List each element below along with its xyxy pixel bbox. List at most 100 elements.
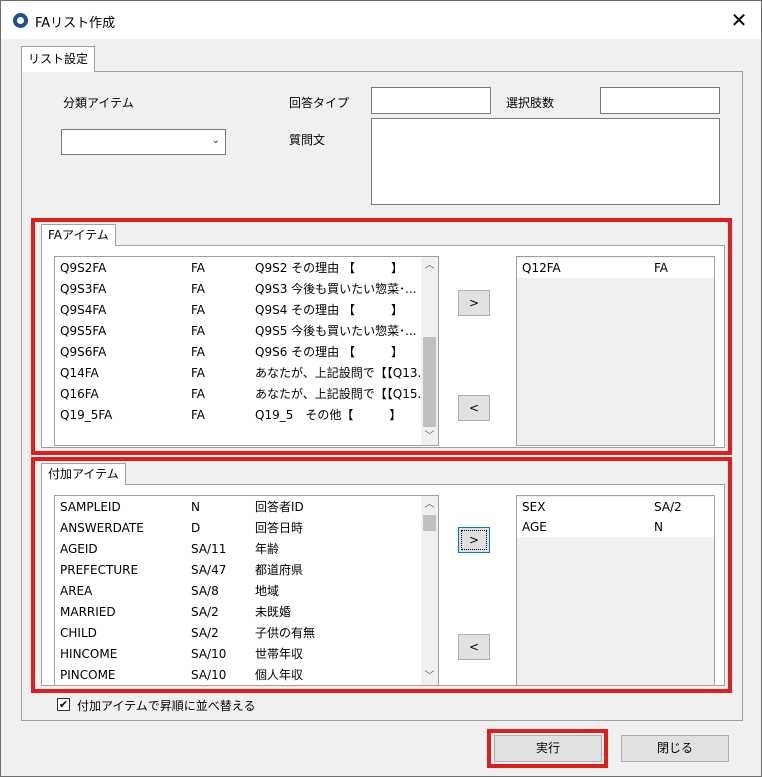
additional-list-item-id: HINCOME bbox=[60, 647, 118, 661]
additional-list-item-text: 回答日時 bbox=[255, 521, 304, 535]
additional-list-item-text: 回答者ID bbox=[255, 500, 304, 514]
additional-list-item-id: CHILD bbox=[60, 626, 97, 640]
additional-list-item-text: 未既婚 bbox=[255, 605, 292, 619]
fa-list-item[interactable]: Q9S5FA FA Q9S5 今後も買いたい惣菜･... bbox=[55, 321, 438, 342]
choice-count-field[interactable] bbox=[600, 87, 720, 114]
tab-additional-items[interactable]: 付加アイテム bbox=[41, 463, 126, 485]
fa-selected-item-id: Q12FA bbox=[522, 261, 561, 275]
fa-list-item-text: Q9S3 今後も買いたい惣菜･... bbox=[255, 282, 417, 296]
additional-items-list[interactable]: SAMPLEID N 回答者ID ANSWERDATE D 回答日時 AGEID SA/11 年… bbox=[54, 495, 439, 686]
additional-list-item-id: AGEID bbox=[60, 542, 98, 556]
add-fa-item-button[interactable]: > bbox=[458, 290, 490, 316]
additional-list-item-text: 個人年収 bbox=[255, 668, 304, 682]
scroll-up-icon[interactable]: ︿ bbox=[421, 257, 438, 274]
scroll-down-icon[interactable]: ﹀ bbox=[421, 668, 438, 685]
sort-checkbox-label: 付加アイテムで昇順に並べ替える bbox=[77, 699, 256, 713]
additional-selected-item[interactable]: SEX SA/2 bbox=[517, 497, 714, 517]
additional-list-item-text: 子供の有無 bbox=[255, 626, 316, 640]
fa-list-item[interactable]: Q19_5FA FA Q19_5 その他【 】 bbox=[55, 405, 438, 426]
tab-list-settings[interactable]: リスト設定 bbox=[21, 46, 96, 72]
additional-selected-item-id: SEX bbox=[522, 500, 546, 514]
sort-checkbox[interactable]: ✔ bbox=[57, 698, 70, 711]
fa-list-item-id: Q19_5FA bbox=[60, 408, 113, 422]
additional-list-item-id: PREFECTURE bbox=[60, 563, 139, 577]
fa-list-scrollbar[interactable]: ︿ ﹀ bbox=[421, 257, 438, 445]
fa-list-item-id: Q9S4FA bbox=[60, 303, 107, 317]
fa-list-item[interactable]: Q14FA FA あなたが、上記設問で【【Q13... bbox=[55, 363, 438, 384]
fa-list-item-text: Q19_5 その他【 】 bbox=[255, 408, 402, 422]
additional-list-item[interactable]: AGEID SA/11 年齢 bbox=[55, 539, 438, 560]
fa-list-item-type: FA bbox=[191, 387, 206, 401]
answer-type-field[interactable] bbox=[371, 87, 491, 114]
fa-list-item-type: FA bbox=[191, 408, 206, 422]
scroll-thumb[interactable] bbox=[423, 515, 436, 531]
fa-list-item-id: Q9S2FA bbox=[60, 261, 107, 275]
choice-count-label: 選択肢数 bbox=[506, 96, 555, 110]
additional-list-item-id: ANSWERDATE bbox=[60, 521, 144, 535]
additional-list-item[interactable]: HINCOME SA/10 世帯年収 bbox=[55, 644, 438, 665]
scroll-thumb[interactable] bbox=[423, 337, 436, 427]
fa-selected-item[interactable]: Q12FA FA bbox=[517, 258, 714, 278]
fa-list-item-type: FA bbox=[191, 345, 206, 359]
fa-list-item-text: あなたが、上記設問で【【Q15... bbox=[255, 387, 429, 401]
additional-list-item[interactable]: ANSWERDATE D 回答日時 bbox=[55, 518, 438, 539]
fa-list-dialog: FAリスト作成 ✕ リスト設定 分類アイテム ⌄ 回答タイプ 選択肢数 質問文 … bbox=[0, 0, 762, 777]
additional-selected-item[interactable]: AGE N bbox=[517, 517, 714, 537]
additional-list-item-type: SA/2 bbox=[191, 626, 219, 640]
chevron-down-icon: ⌄ bbox=[211, 135, 220, 146]
app-logo-icon bbox=[13, 13, 28, 28]
fa-items-list[interactable]: Q9S2FA FA Q9S2 その理由 【 】 Q9S3FA FA Q9S3 今後も買いた… bbox=[54, 256, 439, 446]
category-item-label: 分類アイテム bbox=[63, 96, 134, 110]
additional-list-item[interactable]: AREA SA/8 地域 bbox=[55, 581, 438, 602]
close-window-button[interactable]: ✕ bbox=[725, 6, 753, 34]
additional-selected-item-type: SA/2 bbox=[654, 500, 682, 514]
question-text-field[interactable] bbox=[371, 118, 720, 205]
fa-list-item-text: Q9S4 その理由 【 】 bbox=[255, 303, 403, 317]
fa-list-item-type: FA bbox=[191, 366, 206, 380]
fa-list-item[interactable]: Q9S4FA FA Q9S4 その理由 【 】 bbox=[55, 300, 438, 321]
additional-list-item-id: PINCOME bbox=[60, 668, 116, 682]
fa-list-item[interactable]: Q9S2FA FA Q9S2 その理由 【 】 bbox=[55, 258, 438, 279]
fa-selected-list[interactable]: Q12FA FA bbox=[516, 256, 715, 446]
window-title: FAリスト作成 bbox=[35, 16, 116, 31]
additional-list-item-id: AREA bbox=[60, 584, 93, 598]
fa-list-item-text: Q9S5 今後も買いたい惣菜･... bbox=[255, 324, 417, 338]
answer-type-label: 回答タイプ bbox=[289, 96, 350, 110]
additional-list-item-type: D bbox=[191, 521, 201, 535]
scroll-up-icon[interactable]: ︿ bbox=[421, 496, 438, 513]
additional-selected-list[interactable]: SEX SA/2 AGE N bbox=[516, 495, 715, 686]
question-text-label: 質問文 bbox=[289, 133, 326, 147]
additional-list-item-id: SAMPLEID bbox=[60, 500, 121, 514]
additional-list-item[interactable]: MARRIED SA/2 未既婚 bbox=[55, 602, 438, 623]
fa-list-item[interactable]: Q16FA FA あなたが、上記設問で【【Q15... bbox=[55, 384, 438, 405]
remove-fa-item-button[interactable]: < bbox=[458, 395, 490, 421]
additional-list-item-text: 都道府県 bbox=[255, 563, 304, 577]
fa-list-item-type: FA bbox=[191, 303, 206, 317]
additional-list-item[interactable]: SAMPLEID N 回答者ID bbox=[55, 497, 438, 518]
fa-list-item-id: Q9S5FA bbox=[60, 324, 107, 338]
remove-additional-item-button[interactable]: < bbox=[458, 634, 490, 660]
additional-list-item[interactable]: PREFECTURE SA/47 都道府県 bbox=[55, 560, 438, 581]
additional-list-item-type: SA/11 bbox=[191, 542, 227, 556]
additional-list-scrollbar[interactable]: ︿ ﹀ bbox=[421, 496, 438, 685]
additional-list-item[interactable]: CHILD SA/2 子供の有無 bbox=[55, 623, 438, 644]
additional-list-item-type: SA/8 bbox=[191, 584, 219, 598]
additional-list-item-type: N bbox=[191, 500, 200, 514]
close-button[interactable]: 閉じる bbox=[621, 735, 729, 762]
additional-list-item[interactable]: PINCOME SA/10 個人年収 bbox=[55, 665, 438, 685]
additional-list-item-text: 地域 bbox=[255, 584, 280, 598]
additional-list-item-type: SA/10 bbox=[191, 668, 227, 682]
fa-list-item[interactable]: Q9S3FA FA Q9S3 今後も買いたい惣菜･... bbox=[55, 279, 438, 300]
scroll-down-icon[interactable]: ﹀ bbox=[421, 428, 438, 445]
fa-list-item-id: Q9S6FA bbox=[60, 345, 107, 359]
add-additional-item-button[interactable]: > bbox=[458, 527, 490, 553]
tab-fa-items[interactable]: FAアイテム bbox=[41, 224, 116, 246]
additional-list-item-type: SA/2 bbox=[191, 605, 219, 619]
additional-list-item-type: SA/10 bbox=[191, 647, 227, 661]
fa-list-item-type: FA bbox=[191, 261, 206, 275]
fa-list-item-id: Q9S3FA bbox=[60, 282, 107, 296]
fa-list-item[interactable]: Q9S6FA FA Q9S6 その理由 【 】 bbox=[55, 342, 438, 363]
execute-button[interactable]: 実行 bbox=[494, 735, 602, 762]
title-bar: FAリスト作成 ✕ bbox=[1, 1, 761, 39]
category-item-dropdown[interactable]: ⌄ bbox=[61, 129, 226, 155]
